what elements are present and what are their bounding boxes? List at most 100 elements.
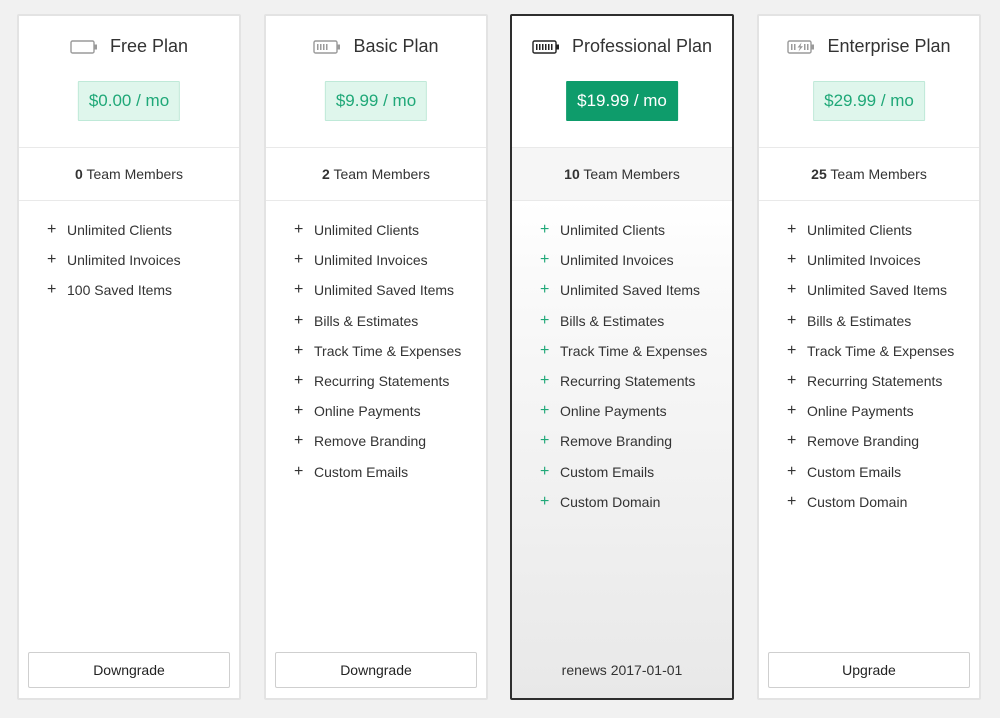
- team-members-count: 25: [811, 166, 827, 182]
- feature-label: Online Payments: [560, 403, 667, 420]
- plus-icon: +: [787, 462, 797, 480]
- plus-icon: +: [540, 221, 550, 239]
- feature-label: Track Time & Expenses: [314, 342, 462, 359]
- feature-item: + Recurring Statements: [294, 366, 486, 396]
- plan-header: Professional Plan $19.99 / mo: [512, 16, 732, 147]
- feature-item: + Track Time & Expenses: [787, 336, 979, 366]
- feature-label: Unlimited Invoices: [807, 252, 921, 269]
- plan-title: Free Plan: [19, 36, 239, 57]
- feature-item: + Unlimited Saved Items: [294, 275, 486, 305]
- plus-icon: +: [787, 492, 797, 510]
- plus-icon: +: [540, 462, 550, 480]
- feature-item: + Unlimited Invoices: [787, 245, 979, 275]
- feature-label: Unlimited Saved Items: [314, 282, 455, 299]
- plan-title: Enterprise Plan: [759, 36, 979, 57]
- plus-icon: +: [787, 402, 797, 420]
- feature-label: Unlimited Invoices: [314, 252, 428, 269]
- feature-label: Unlimited Clients: [807, 222, 913, 239]
- plus-icon: +: [787, 221, 797, 239]
- feature-item: + Online Payments: [294, 396, 486, 426]
- feature-label: Online Payments: [807, 403, 914, 420]
- feature-item: + Unlimited Clients: [294, 215, 486, 245]
- feature-item: + Track Time & Expenses: [540, 336, 732, 366]
- feature-item: + Custom Domain: [787, 487, 979, 517]
- feature-item: + Unlimited Invoices: [294, 245, 486, 275]
- team-members: 25 Team Members: [759, 147, 979, 201]
- plus-icon: +: [294, 341, 304, 359]
- feature-item: + Bills & Estimates: [787, 306, 979, 336]
- feature-item: + Unlimited Invoices: [47, 245, 239, 275]
- feature-label: 100 Saved Items: [67, 282, 173, 299]
- plan-name: Free Plan: [109, 36, 189, 56]
- team-members-count: 2: [322, 166, 330, 182]
- feature-item: + Custom Emails: [294, 457, 486, 487]
- plus-icon: +: [294, 311, 304, 329]
- team-members: 2 Team Members: [266, 147, 486, 201]
- feature-label: Unlimited Invoices: [67, 252, 181, 269]
- plus-icon: +: [540, 341, 550, 359]
- feature-label: Unlimited Clients: [314, 222, 420, 239]
- plus-icon: +: [294, 372, 304, 390]
- plus-icon: +: [47, 281, 57, 299]
- feature-item: + Track Time & Expenses: [294, 336, 486, 366]
- price-badge: $9.99 / mo: [324, 81, 428, 121]
- plan-card-basic: Basic Plan $9.99 / mo 2 Team Members + Un…: [264, 14, 488, 700]
- battery-low-icon: [313, 39, 341, 55]
- feature-item: + Remove Branding: [294, 426, 486, 456]
- plan-header: Basic Plan $9.99 / mo: [266, 16, 486, 147]
- plan-name: Enterprise Plan: [827, 36, 951, 56]
- feature-list: + Unlimited Clients + Unlimited Invoices +…: [266, 201, 486, 487]
- feature-item: + Custom Emails: [787, 457, 979, 487]
- plus-icon: +: [294, 462, 304, 480]
- feature-item: + Custom Emails: [540, 457, 732, 487]
- plus-icon: +: [787, 432, 797, 450]
- plus-icon: +: [540, 372, 550, 390]
- renewal-date: renews 2017-01-01: [561, 662, 683, 678]
- feature-label: Remove Branding: [560, 433, 673, 450]
- team-members-count: 0: [75, 166, 83, 182]
- plan-header: Free Plan $0.00 / mo: [19, 16, 239, 147]
- plus-icon: +: [294, 432, 304, 450]
- feature-label: Custom Emails: [807, 463, 902, 480]
- plus-icon: +: [540, 492, 550, 510]
- plus-icon: +: [47, 251, 57, 269]
- feature-label: Unlimited Clients: [560, 222, 666, 239]
- feature-item: + Unlimited Saved Items: [540, 275, 732, 305]
- plus-icon: +: [787, 311, 797, 329]
- plus-icon: +: [787, 251, 797, 269]
- feature-list: + Unlimited Clients + Unlimited Invoices +…: [19, 201, 239, 306]
- plus-icon: +: [540, 281, 550, 299]
- feature-list: + Unlimited Clients + Unlimited Invoices +…: [512, 201, 732, 517]
- team-members-label: Team Members: [583, 166, 680, 182]
- downgrade-button[interactable]: Downgrade: [275, 652, 477, 688]
- downgrade-button[interactable]: Downgrade: [28, 652, 230, 688]
- plan-header: Enterprise Plan $29.99 / mo: [759, 16, 979, 147]
- feature-label: Custom Emails: [314, 463, 409, 480]
- plan-card-professional: Professional Plan $19.99 / mo 10 Team Me…: [510, 14, 734, 700]
- feature-label: Track Time & Expenses: [560, 342, 708, 359]
- price-badge: $29.99 / mo: [813, 81, 925, 121]
- feature-item: + Online Payments: [787, 396, 979, 426]
- feature-item: + Bills & Estimates: [540, 306, 732, 336]
- feature-item: + Unlimited Invoices: [540, 245, 732, 275]
- plan-title: Basic Plan: [266, 36, 486, 57]
- plus-icon: +: [787, 341, 797, 359]
- plus-icon: +: [294, 221, 304, 239]
- feature-label: Recurring Statements: [314, 373, 450, 390]
- feature-label: Remove Branding: [314, 433, 427, 450]
- feature-item: + Unlimited Clients: [47, 215, 239, 245]
- upgrade-button[interactable]: Upgrade: [768, 652, 970, 688]
- feature-label: Remove Branding: [807, 433, 920, 450]
- feature-label: Unlimited Saved Items: [560, 282, 701, 299]
- feature-item: + Online Payments: [540, 396, 732, 426]
- price-badge: $19.99 / mo: [566, 81, 678, 121]
- plus-icon: +: [787, 372, 797, 390]
- price-badge: $0.00 / mo: [77, 81, 181, 121]
- feature-label: Custom Domain: [560, 493, 661, 510]
- feature-label: Custom Domain: [807, 493, 908, 510]
- feature-item: + Remove Branding: [787, 426, 979, 456]
- feature-label: Unlimited Clients: [67, 222, 173, 239]
- team-members-label: Team Members: [86, 166, 183, 182]
- feature-item: + Remove Branding: [540, 426, 732, 456]
- plus-icon: +: [540, 251, 550, 269]
